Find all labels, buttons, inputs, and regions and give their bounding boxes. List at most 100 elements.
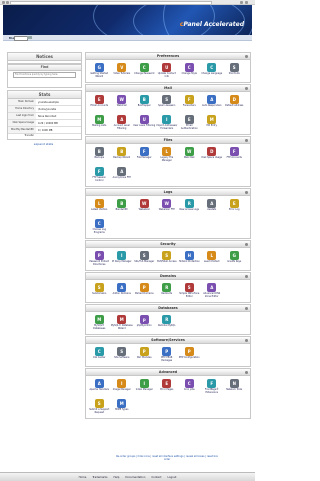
feature-link[interactable]: E Email Accounts [88, 93, 111, 113]
section-title[interactable]: Advanced [86, 369, 250, 376]
go-button[interactable] [27, 36, 32, 39]
feature-link[interactable]: S Site Software [111, 345, 134, 365]
feature-link[interactable]: M MX Entry [201, 113, 224, 133]
feature-link[interactable]: E Error Log [223, 197, 246, 217]
feature-link[interactable]: F FTP Session Control [88, 165, 111, 185]
feature-link[interactable]: M Mailing Lists [88, 113, 111, 133]
feature-link[interactable]: A Auto Responders [201, 93, 224, 113]
collapse-icon[interactable] [245, 274, 248, 278]
feature-link[interactable]: U Update Contact Info [156, 61, 179, 81]
feature-link[interactable]: B Backup Wizard [111, 145, 134, 165]
feature-link[interactable]: I IP Deny Manager [111, 249, 134, 269]
feature-link[interactable]: A Anonymous FTP [111, 165, 134, 185]
feature-link[interactable]: P PHP PEAR Packages [156, 345, 179, 365]
section-title[interactable]: Software/Services [86, 337, 250, 344]
find-input[interactable]: Find functions quickly by typing here. [13, 72, 76, 78]
feature-link[interactable]: I Image Manager [111, 377, 134, 397]
feature-link[interactable]: L Latest Visitors [88, 197, 111, 217]
feature-link[interactable]: S Spam Assassin [156, 93, 179, 113]
nav-trademarks[interactable]: Trademarks [92, 476, 107, 479]
feature-link[interactable]: D Disk Space Usage [201, 145, 224, 165]
feature-link[interactable]: M MIME Types [111, 397, 134, 417]
feature-link[interactable]: N Network Tools [223, 377, 246, 397]
feature-link[interactable]: P Password Protect Directories [88, 249, 111, 269]
feature-link[interactable]: B Bandwidth [111, 197, 134, 217]
section-title[interactable]: Mail [86, 85, 250, 92]
nav-contact[interactable]: Contact [151, 476, 161, 479]
feature-link[interactable]: C Change Password [133, 61, 156, 81]
feature-link[interactable]: G GnuPG Keys [223, 249, 246, 269]
feature-link[interactable]: P PHP Configuration [178, 345, 201, 365]
back-icon[interactable] [2, 0, 5, 4]
feature-link[interactable]: P Parked Domains [133, 281, 156, 301]
collapse-icon[interactable] [245, 338, 248, 342]
collapse-icon[interactable] [245, 370, 248, 374]
collapse-icon[interactable] [245, 138, 248, 142]
minimize-icon[interactable] [240, 0, 243, 4]
feature-link[interactable]: p phpMyAdmin [133, 313, 156, 333]
feature-link[interactable]: R Raw Access Logs [178, 197, 201, 217]
feature-link[interactable]: S Subdomains [88, 281, 111, 301]
feature-link[interactable]: L Legacy File Manager [156, 145, 179, 165]
feature-link[interactable]: F Forwarders [178, 93, 201, 113]
section-title[interactable]: Security [86, 241, 250, 248]
feature-link[interactable]: F File Manager [133, 145, 156, 165]
section-title[interactable]: Domains [86, 273, 250, 280]
feature-link[interactable]: L Leech Protect [201, 249, 224, 269]
feature-link[interactable]: H HotLink Protection [178, 249, 201, 269]
nav-logout[interactable]: Logout [167, 476, 176, 479]
collapse-icon[interactable] [245, 306, 248, 310]
feature-link[interactable]: W Webalizer FTP [156, 197, 179, 217]
feature-link[interactable]: F FrontPage® Extensions [201, 377, 224, 397]
feature-link[interactable]: W Web Disk [178, 145, 201, 165]
feature-link[interactable]: B BoxTrapper [133, 93, 156, 113]
feature-link[interactable]: S Simple DNS Zone Editor [178, 281, 201, 301]
nav-help[interactable]: Help [113, 476, 119, 479]
feature-link[interactable]: C Change Language [201, 61, 224, 81]
section-title[interactable]: Preferences [86, 53, 250, 60]
collapse-icon[interactable] [245, 190, 248, 194]
feature-link[interactable]: M MySQL® Databases [88, 313, 111, 333]
feature-link[interactable]: E Error Pages [156, 377, 179, 397]
collapse-icon[interactable] [245, 54, 248, 58]
feature-link[interactable]: F FTP Accounts [223, 145, 246, 165]
feature-link[interactable]: S SSH/Shell Access [156, 249, 179, 269]
feature-link[interactable]: A Account Level Filtering [111, 113, 134, 133]
feature-link[interactable]: C CGI Center [88, 345, 111, 365]
feature-link[interactable]: U User Level Filtering [133, 113, 156, 133]
feature-link[interactable]: D Default Address [223, 93, 246, 113]
collapse-icon[interactable] [245, 86, 248, 90]
feature-link[interactable]: V Video Tutorials [111, 61, 134, 81]
nav-documentation[interactable]: Documentation [125, 476, 145, 479]
footer-links[interactable]: Re-order groups | hide icons | reset all… [85, 455, 249, 461]
expand-stats-link[interactable]: expand stats [7, 142, 80, 146]
close-icon[interactable] [245, 0, 248, 4]
feature-link[interactable]: P Perl Modules [133, 345, 156, 365]
feature-link[interactable]: B Backups [88, 145, 111, 165]
feature-link[interactable]: G Getting Started Wizard [88, 61, 111, 81]
collapse-icon[interactable] [245, 242, 248, 246]
feature-link[interactable]: W Webmail [111, 93, 134, 113]
forward-icon[interactable] [6, 0, 9, 4]
feature-link[interactable]: A Awstats [201, 197, 224, 217]
feature-link[interactable]: S Shortcuts [223, 61, 246, 81]
feature-link[interactable]: R Remote MySQL [156, 313, 179, 333]
section-title[interactable]: Files [86, 137, 250, 144]
feature-link[interactable]: A Apache Handlers [88, 377, 111, 397]
feature-link[interactable]: A Advanced DNS Zone Editor [201, 281, 224, 301]
feature-link[interactable]: C Choose Log Programs [88, 217, 111, 237]
feature-link[interactable]: I Import Addresses/ Forwarders [156, 113, 179, 133]
section-title[interactable]: Logs [86, 189, 250, 196]
feature-link[interactable]: R Redirects [156, 281, 179, 301]
feature-link[interactable]: A Addon Domains [111, 281, 134, 301]
feature-link[interactable]: E Email Authentication [178, 113, 201, 133]
theme-select[interactable] [14, 36, 28, 41]
feature-link[interactable]: S SSL/TLS Manager [133, 249, 156, 269]
feature-link[interactable]: I Index Manager [133, 377, 156, 397]
section-title[interactable]: Databases [86, 305, 250, 312]
feature-link[interactable]: C Change Style [178, 61, 201, 81]
feature-link[interactable]: C Cron jobs [178, 377, 201, 397]
feature-link[interactable]: W Webalizer [133, 197, 156, 217]
nav-home[interactable]: Home [79, 476, 87, 479]
feature-link[interactable]: M MySQL® Database Wizard [111, 313, 134, 333]
